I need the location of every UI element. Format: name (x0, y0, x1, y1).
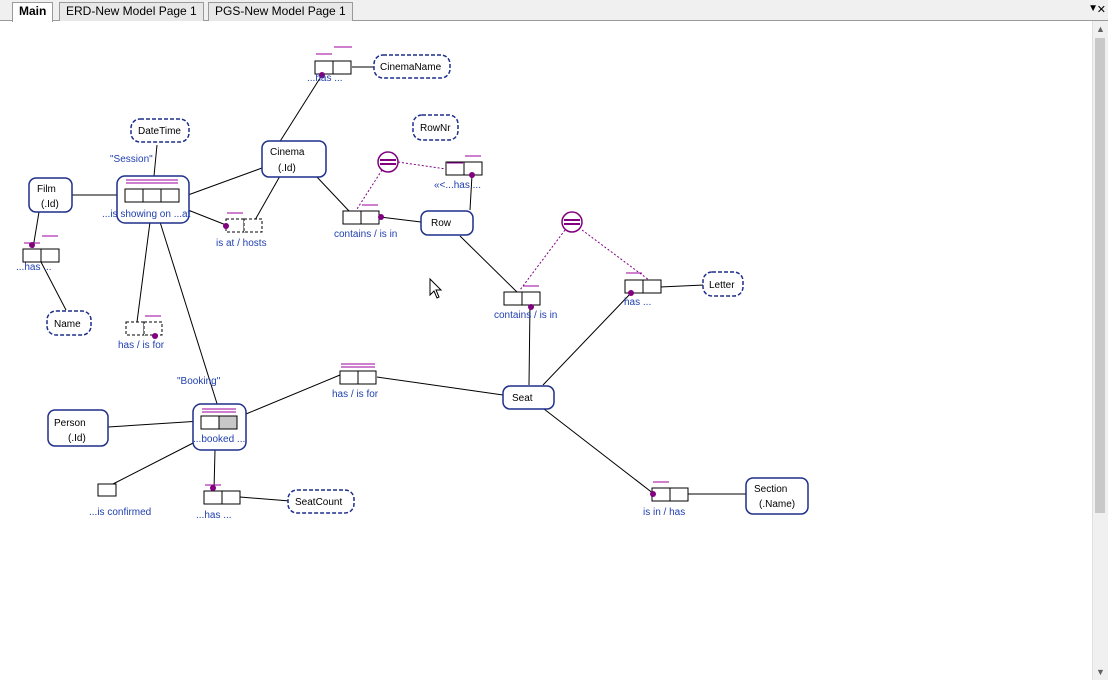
scroll-down-icon[interactable]: ▼ (1093, 664, 1108, 680)
close-tab-icon[interactable]: ✕ (1097, 3, 1106, 16)
tab-pgs-new-model-page-1[interactable]: PGS-New Model Page 1 (208, 2, 353, 21)
value-seat-count[interactable]: SeatCount (287, 489, 355, 514)
scrollbar-thumb[interactable] (1095, 38, 1105, 513)
value-cinema-name-label: CinemaName (380, 62, 442, 73)
entity-cinema-name: Cinema (270, 147, 305, 158)
reading-has-is-for-mid: has / is for (332, 389, 379, 400)
entity-section[interactable]: Section (.Name) (745, 477, 809, 515)
mandatory-dots (29, 72, 656, 497)
value-date-time[interactable]: DateTime (130, 118, 190, 143)
role-boxes-derived (125, 218, 263, 336)
entity-seat[interactable]: Seat (502, 385, 555, 410)
equality-constraint-1[interactable] (377, 151, 399, 173)
role-boxes (22, 60, 689, 505)
reading-film-has: ...has ... (16, 262, 52, 273)
uniqueness-bars (24, 46, 669, 486)
reading-seat-has: has ... (624, 297, 651, 308)
value-cinema-name[interactable]: CinemaName (373, 54, 451, 79)
reading-row-has: «<...has ... (434, 180, 481, 191)
reading-booked: ...booked ... (193, 434, 245, 445)
entity-person-ref: (.Id) (68, 433, 86, 444)
tab-bar: Main ERD-New Model Page 1 PGS-New Model … (0, 0, 1108, 22)
value-name[interactable]: Name (46, 310, 92, 336)
value-date-time-label: DateTime (138, 126, 181, 137)
value-letter[interactable]: Letter (702, 271, 744, 297)
mouse-cursor-icon (429, 277, 443, 299)
entity-cinema[interactable]: Cinema (.Id) (261, 140, 327, 178)
value-row-nr[interactable]: RowNr (412, 114, 459, 141)
equality-constraint-2[interactable] (561, 211, 583, 233)
entity-row-name: Row (431, 218, 452, 229)
vertical-scrollbar[interactable]: ▲ ▼ (1092, 21, 1108, 680)
entity-cinema-ref: (.Id) (278, 163, 296, 174)
tab-main[interactable]: Main (12, 2, 54, 22)
entity-film-name: Film (37, 184, 56, 195)
reading-is-confirmed: ...is confirmed (89, 507, 151, 518)
entity-person[interactable]: Person (.Id) (47, 409, 109, 447)
entity-section-name: Section (754, 484, 787, 495)
reading-is-at: is at / hosts (216, 238, 267, 249)
value-name-label: Name (54, 319, 81, 330)
entity-section-ref: (.Name) (759, 499, 795, 510)
reading-is-in-has: is in / has (643, 507, 685, 518)
entity-film-ref: (.Id) (41, 199, 59, 210)
model-canvas[interactable]: Film (.Id) Cinema (.Id) Row Person (.Id)… (0, 21, 1092, 680)
value-letter-label: Letter (709, 280, 735, 291)
objectified-session-label: "Session" (110, 154, 153, 165)
reading-contains-row: contains / is in (334, 229, 397, 240)
tab-erd-new-model-page-1[interactable]: ERD-New Model Page 1 (59, 2, 204, 21)
reading-booking-has: ...has ... (196, 510, 232, 521)
objectified-booking-label: "Booking" (177, 376, 221, 387)
reading-session: ...is showing on ...at (102, 209, 191, 220)
reading-has-is-for-left: has / is for (118, 340, 165, 351)
entity-person-name: Person (54, 418, 86, 429)
entity-film[interactable]: Film (.Id) (28, 177, 73, 213)
value-seat-count-label: SeatCount (295, 497, 342, 508)
reading-cinema-has: ...has ... (307, 73, 343, 84)
scroll-up-icon[interactable]: ▲ (1093, 21, 1108, 37)
orm-diagram: Film (.Id) Cinema (.Id) Row Person (.Id)… (16, 46, 809, 521)
reading-contains-seat: contains / is in (494, 310, 557, 321)
entity-seat-name: Seat (512, 393, 533, 404)
constraint-lines (356, 161, 650, 291)
entity-row[interactable]: Row (420, 210, 474, 236)
value-row-nr-label: RowNr (420, 123, 451, 134)
